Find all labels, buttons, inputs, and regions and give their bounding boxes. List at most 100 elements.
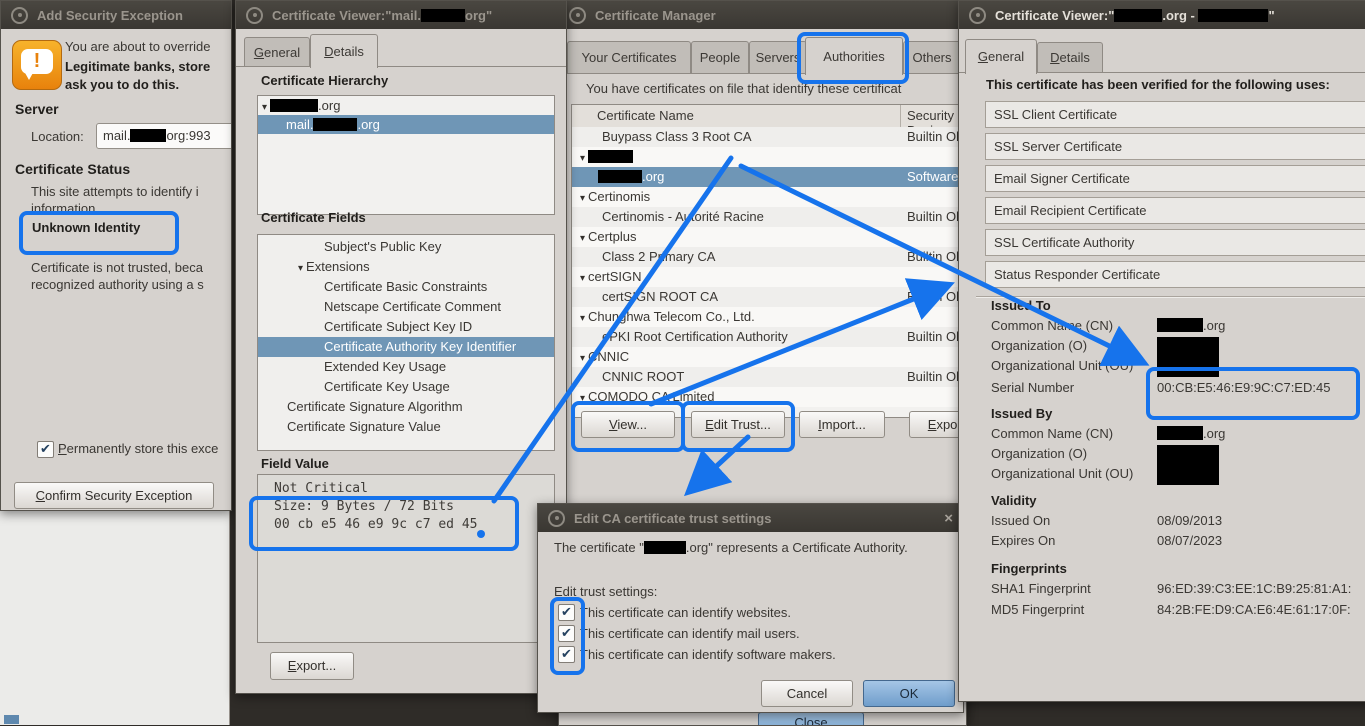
certificate-hierarchy-tree[interactable]: ▾ .org mail. .org [257,95,555,215]
field-row[interactable]: Extended Key Usage [258,357,554,377]
cert-row[interactable]: certSIGN ROOT CABuiltin Object Token [572,287,966,307]
background-window-panel [0,509,230,725]
import-button[interactable]: Import... [799,411,885,438]
window-menu-icon[interactable] [969,6,986,24]
cert-row[interactable]: ePKI Root Certification Authority Builtin… [572,327,966,347]
expander-icon[interactable]: ▾ [262,102,267,113]
expander-icon[interactable]: ▾ [580,193,585,204]
field-row-selected[interactable]: Certificate Authority Key Identifier [258,337,554,357]
field-row[interactable]: Certificate Subject Key ID [258,317,554,337]
tab-servers[interactable]: Servers [749,41,807,74]
issued-to-cn-value: .org [1157,318,1225,334]
certificate-fields-tree[interactable]: Subject's Public Key ▾ Extensions Certifi… [257,234,555,451]
identify-mail-users-label: This certificate can identify mail users… [580,626,800,641]
verified-uses-heading: This certificate has been verified for t… [986,77,1330,92]
fingerprints-heading: Fingerprints [991,561,1067,576]
tab-details[interactable]: Details [1037,42,1103,73]
issued-to-ou-label: Organizational Unit (OU) [991,358,1134,373]
expander-icon[interactable]: ▾ [580,153,585,164]
redacted-text [130,129,167,142]
window-title: Certificate Manager [595,7,716,23]
sha1-fingerprint-value: 96:ED:39:C3:EE:1C:B9:25:81:A1: [1157,581,1352,596]
expander-icon[interactable]: ▾ [580,313,585,324]
title-bar[interactable]: Certificate Viewer:"mail. org" [236,1,566,29]
field-value-line: Not Critical [274,481,368,496]
expires-on-label: Expires On [991,533,1056,548]
expander-icon[interactable]: ▾ [580,273,585,284]
tab-general[interactable]: General [965,39,1037,74]
ok-button[interactable]: OK [863,680,955,707]
field-row[interactable]: Certificate Basic Constraints [258,277,554,297]
expander-icon[interactable]: ▾ [298,263,303,274]
window-menu-icon[interactable] [569,6,586,24]
cert-group-row[interactable]: ▾ Chunghwa Telecom Co., Ltd. [572,307,966,327]
redacted-text [1157,318,1203,332]
cert-row[interactable]: Buypass Class 3 Root CABuiltin Object To… [572,127,966,147]
cert-row[interactable]: Certinomis - Autorité RacineBuiltin Obje… [572,207,966,227]
column-header-certificate-name[interactable]: Certificate Name [597,108,694,123]
identify-websites-checkbox[interactable]: ✔ [558,604,575,621]
cert-group-row[interactable]: ▾ certSIGN [572,267,966,287]
md5-fingerprint-value: 84:2B:FE:D9:CA:E6:4E:61:17:0F: [1157,602,1351,617]
field-row[interactable]: Certificate Signature Algorithm [258,397,554,417]
serial-number-value: 00:CB:E5:46:E9:9C:C7:ED:45 [1157,380,1331,395]
identify-software-makers-checkbox[interactable]: ✔ [558,646,575,663]
issued-on-label: Issued On [991,513,1051,528]
window-menu-icon[interactable] [11,6,28,24]
title-bar[interactable]: Certificate Viewer:" .org - " [959,1,1365,29]
authorities-intro-text: You have certificates on file that ident… [586,81,902,96]
authorities-list[interactable]: Certificate Name Security Device Buypass… [571,104,966,418]
hierarchy-root-row[interactable]: ▾ .org [258,96,554,115]
close-icon[interactable]: × [944,511,953,526]
title-bar[interactable]: Edit CA certificate trust settings × [538,504,963,532]
field-row[interactable]: ▾ Extensions [258,257,554,277]
edit-trust-button[interactable]: Edit Trust... [691,411,785,438]
field-value-box[interactable]: Not Critical Size: 9 Bytes / 72 Bits 00 … [257,474,555,643]
tab-people[interactable]: People [691,41,749,74]
cert-group-row[interactable]: ▾ Certplus [572,227,966,247]
field-row[interactable]: Certificate Key Usage [258,377,554,397]
cert-row[interactable]: Class 2 Primary CABuiltin Object Token [572,247,966,267]
permanently-store-checkbox[interactable]: ✔ [37,441,54,458]
usage-ssl-ca: SSL Certificate Authority [985,229,1365,256]
unknown-identity-heading: Unknown Identity [32,220,141,235]
tab-others[interactable]: Others [903,41,961,74]
redacted-text [598,170,642,183]
tab-your-certificates[interactable]: Your Certificates [567,41,691,74]
cert-group-row[interactable]: ▾ CNNIC [572,347,966,367]
cert-row[interactable]: CNNIC ROOTBuiltin Object Token [572,367,966,387]
cancel-button[interactable]: Cancel [761,680,853,707]
cert-row-selected[interactable]: .orgSoftware Security Device [572,167,966,187]
field-row[interactable]: Netscape Certificate Comment [258,297,554,317]
cert-group-row[interactable]: ▾ Certinomis [572,187,966,207]
expander-icon[interactable]: ▾ [580,233,585,244]
window-menu-icon[interactable] [548,509,565,527]
expander-icon[interactable]: ▾ [580,353,585,364]
window-title: Add Security Exception [37,7,183,23]
identify-mail-users-checkbox[interactable]: ✔ [558,625,575,642]
title-bar[interactable]: Add Security Exception [1,1,231,29]
tab-details[interactable]: Details [310,34,378,68]
override-warning-text: You are about to override [65,39,211,54]
cert-group-row[interactable]: ▾ [572,147,966,167]
md5-fingerprint-label: MD5 Fingerprint [991,602,1085,617]
issued-to-heading: Issued To [991,298,1051,313]
confirm-security-exception-button[interactable]: Confirm Security Exception [14,482,214,509]
hierarchy-child-row-selected[interactable]: mail. .org [258,115,554,134]
field-row[interactable]: Subject's Public Key [258,237,554,257]
dialog-title: Edit CA certificate trust settings [574,510,772,526]
location-input[interactable]: mail. org:993 [96,123,231,149]
tab-authorities[interactable]: Authorities [805,37,903,75]
usage-ssl-server: SSL Server Certificate [985,133,1365,160]
title-bar[interactable]: Certificate Manager [559,1,966,29]
field-row[interactable]: Certificate Signature Value [258,417,554,437]
untrusted-text-1: Certificate is not trusted, beca [31,260,203,275]
export-field-button[interactable]: Export... [270,652,354,680]
view-button[interactable]: View... [581,411,675,438]
org-certificate-viewer-window: Certificate Viewer:" .org - " General Det… [958,0,1365,702]
dialog-body-text: The certificate " .org" represents a Cert… [554,540,908,555]
expander-icon[interactable]: ▾ [580,393,585,404]
window-menu-icon[interactable] [246,6,263,24]
tab-general[interactable]: General [244,37,310,67]
cert-group-row[interactable]: ▾ COMODO CA Limited [572,387,966,407]
